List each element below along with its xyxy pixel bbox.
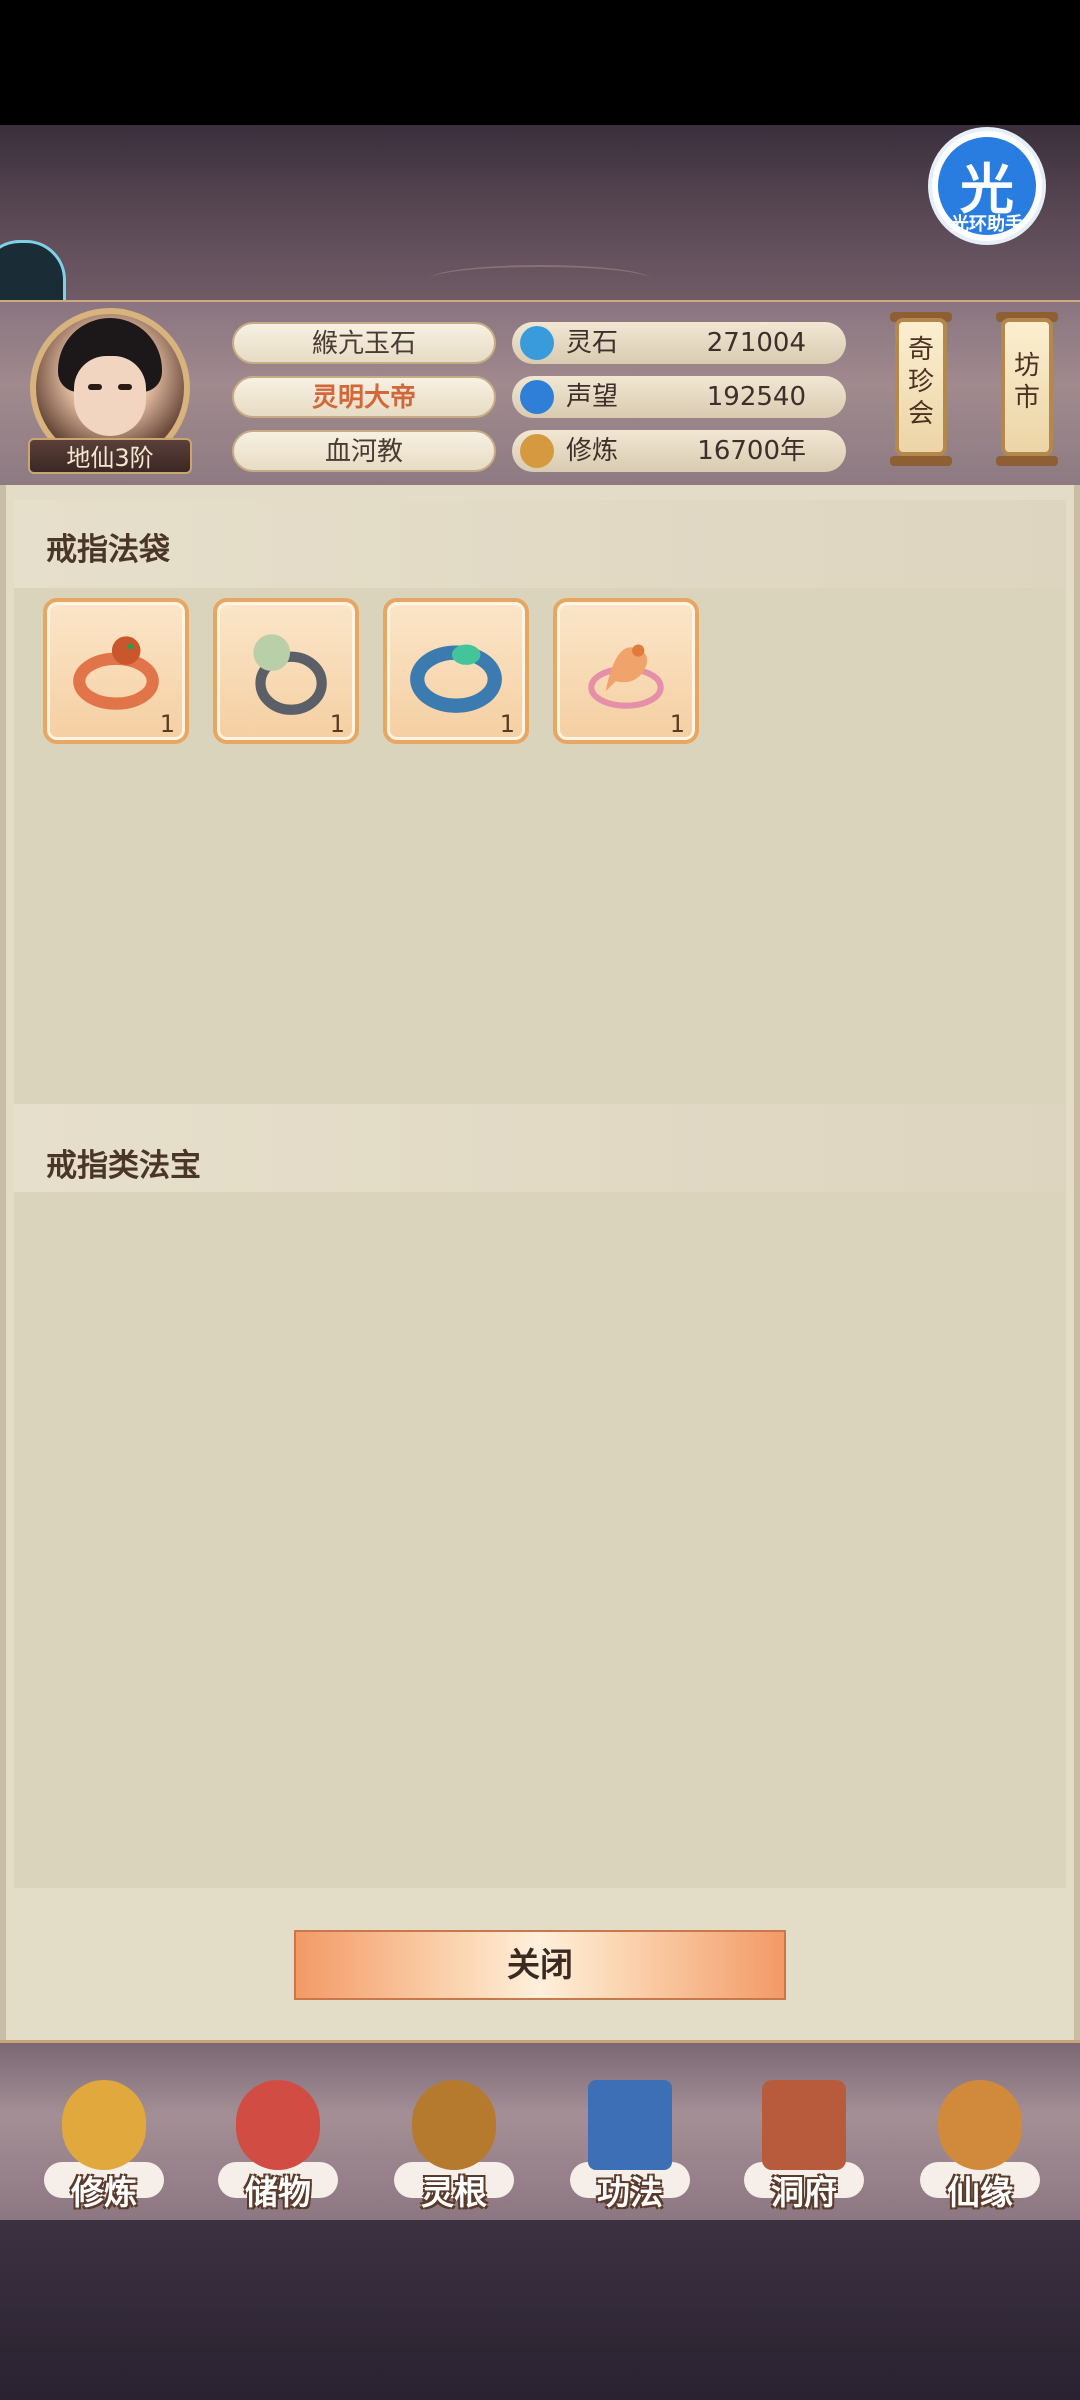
title-name: 灵明大帝	[232, 376, 496, 418]
cultivate-icon	[62, 2080, 146, 2170]
info-item: 緱亢玉石	[232, 322, 496, 364]
stat-value: 16700年	[697, 436, 806, 466]
avatar-eye	[118, 384, 132, 390]
pearl-ring-icon	[253, 634, 327, 715]
item-slot[interactable]: 1	[43, 598, 189, 744]
storage-bag-icon	[236, 2080, 320, 2170]
nav-label: 仙缘	[947, 2173, 1013, 2212]
item-count: 1	[499, 710, 515, 738]
item-slot[interactable]: 1	[553, 598, 699, 744]
spirit-stone-icon	[520, 326, 554, 360]
nav-item-cultivate[interactable]: 修炼	[34, 2080, 174, 2215]
scroll-cap	[890, 456, 952, 466]
sect-name: 血河教	[232, 430, 496, 472]
section-header	[14, 500, 1066, 588]
scroll-cap	[996, 456, 1058, 466]
nav-label: 储物	[245, 2173, 311, 2212]
spirit-root-icon	[412, 2080, 496, 2170]
stat-value: 192540	[706, 382, 806, 412]
stat-label: 灵石	[566, 328, 619, 358]
cultivation-icon	[520, 434, 554, 468]
treasure-fair-button[interactable]: 奇珍会	[895, 318, 947, 456]
nav-item-fate[interactable]: 仙缘	[910, 2080, 1050, 2215]
top-banner	[0, 125, 1080, 300]
item-slot[interactable]: 1	[213, 598, 359, 744]
avatar-eye	[88, 384, 102, 390]
item-slot[interactable]: 1	[383, 598, 529, 744]
stat-cultivation: 修炼 16700年	[512, 430, 846, 472]
nav-item-spirit-root[interactable]: 灵根	[384, 2080, 524, 2215]
gourd-icon	[938, 2080, 1022, 2170]
stat-value: 271004	[706, 328, 806, 358]
nav-item-cave[interactable]: 洞府	[734, 2080, 874, 2215]
nav-label: 洞府	[771, 2173, 837, 2212]
stat-spirit-stone: 灵石 271004	[512, 322, 846, 364]
serpent-ring-icon	[73, 636, 159, 710]
dragon-ring-icon	[588, 644, 664, 709]
skill-book-icon	[588, 2080, 672, 2170]
item-count: 1	[159, 710, 175, 738]
jade-band-ring-icon	[410, 644, 502, 713]
item-count: 1	[329, 710, 345, 738]
close-button[interactable]: 关闭	[294, 1930, 786, 2000]
helper-label: 光环助手	[951, 214, 1023, 235]
nav-label: 灵根	[421, 2173, 487, 2212]
rank-badge: 地仙3阶	[28, 438, 192, 474]
nav-label: 修炼	[71, 2173, 137, 2212]
stat-reputation: 声望 192540	[512, 376, 846, 418]
stat-label: 修炼	[566, 436, 619, 466]
item-count: 1	[669, 710, 685, 738]
bottom-banner	[0, 2220, 1080, 2400]
nav-label: 功法	[597, 2173, 663, 2212]
cave-house-icon	[762, 2080, 846, 2170]
avatar-face	[74, 356, 146, 436]
stat-label: 声望	[566, 382, 619, 412]
nav-item-skills[interactable]: 功法	[560, 2080, 700, 2215]
reputation-icon	[520, 380, 554, 414]
market-button[interactable]: 坊市	[1001, 318, 1053, 456]
nav-item-storage[interactable]: 储物	[208, 2080, 348, 2215]
section-title-ring-treasure: 戒指类法宝	[46, 1148, 201, 1184]
section-title-ring-bag: 戒指法袋	[46, 532, 170, 568]
